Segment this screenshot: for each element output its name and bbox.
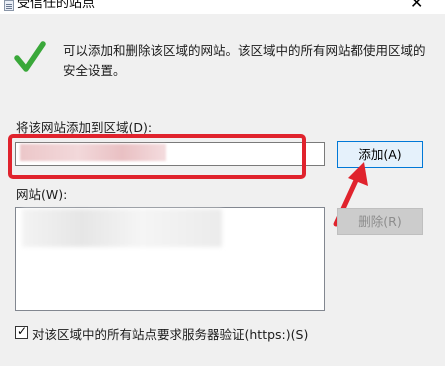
remove-button[interactable]: 删除(R) (337, 208, 423, 235)
websites-label: 网站(W): (16, 187, 68, 202)
green-check-icon (14, 41, 46, 72)
https-requirement-label[interactable]: 对该区域中的所有站点要求服务器验证(https:)(S) (32, 324, 308, 343)
https-checkbox[interactable]: ✓ (15, 324, 28, 339)
window-title: 受信任的站点 (17, 0, 96, 11)
checkmark-icon: ✓ (17, 324, 28, 338)
close-icon[interactable]: ✕ (410, 0, 423, 11)
zone-info-text: 可以添加和删除该区域的网站。该区域中的所有网站都使用区域的安全设置。 (63, 43, 426, 78)
redacted-site-entry (22, 209, 222, 247)
document-list-icon (4, 0, 14, 11)
title-bar: 受信任的站点 ✕ (0, 0, 445, 14)
input-highlight-annotation (8, 134, 306, 179)
